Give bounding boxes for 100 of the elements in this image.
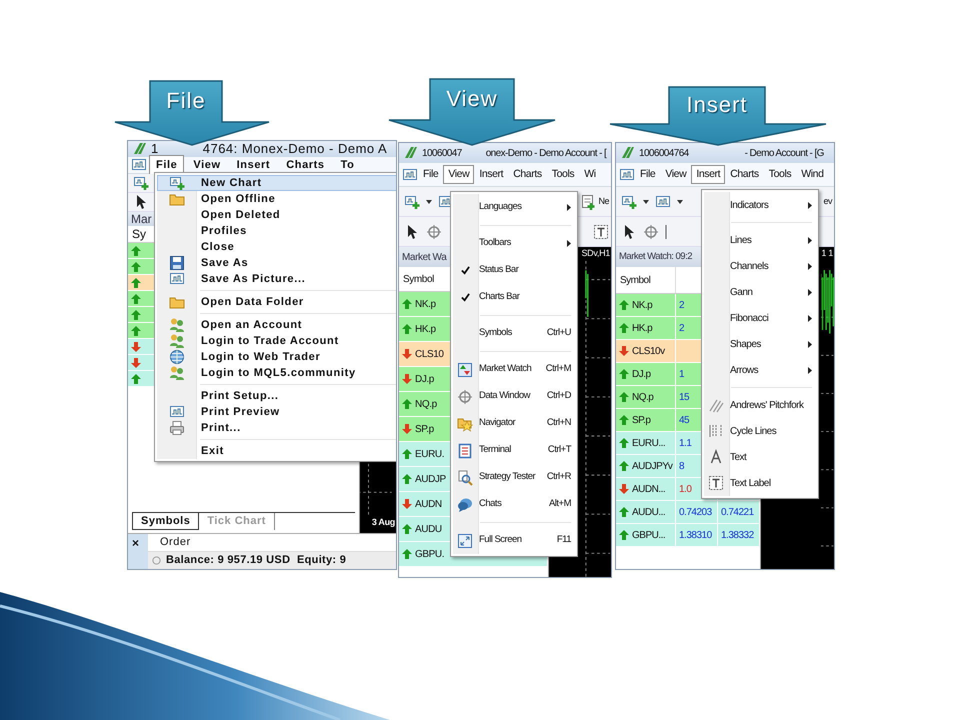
window-title: - Demo Account - [G (744, 146, 824, 160)
chart-caption: 3 Aug (370, 516, 396, 529)
up-down-arrows-icon (457, 362, 473, 378)
menu-bar-item[interactable]: File (418, 164, 444, 184)
column-header[interactable]: Order (160, 534, 191, 551)
toolbar-label[interactable]: Ne (598, 194, 609, 208)
menu-bar-item[interactable]: Wind (796, 164, 829, 184)
menu-item[interactable]: Toolbars (453, 230, 575, 257)
symbol-label: AUDU (415, 522, 442, 536)
menu-item[interactable]: Open Deleted (157, 207, 396, 223)
menu-bar-item[interactable]: View (443, 164, 474, 184)
vertical-line-icon (665, 224, 667, 240)
menu-bar-item[interactable]: Insert (474, 164, 508, 184)
vertical-lines-icon (708, 423, 724, 439)
symbol-label: HK.p (415, 322, 436, 336)
menu-item[interactable]: Indicators (704, 192, 816, 218)
menu-item[interactable]: Open Data Folder (157, 294, 396, 310)
menu-item[interactable]: Open Offline (157, 191, 396, 207)
menu-item[interactable]: Market Watch Ctrl+M (453, 356, 575, 383)
menu-item[interactable]: Save As Picture... (157, 271, 396, 287)
dropdown-caret-icon (677, 200, 683, 204)
toolbar-label[interactable]: ev (823, 194, 832, 208)
menu-item[interactable]: Exit (157, 443, 396, 459)
submenu-arrow-icon (567, 204, 571, 211)
submenu-arrow-icon (808, 236, 812, 244)
menu-item[interactable]: Full Screen F11 (453, 527, 575, 554)
chart-plus-icon (133, 175, 149, 191)
menu-item[interactable]: Save As (157, 255, 396, 271)
price-value: 2 (679, 322, 684, 336)
circle-icon (152, 556, 161, 565)
quote-row[interactable]: AUDU... 0.74203 0.74221 (616, 501, 760, 524)
symbol-label: AUDN (415, 498, 442, 512)
price-value: 0.74221 (721, 506, 754, 520)
menu-item[interactable]: Chats Alt+M (453, 491, 575, 518)
menu-item[interactable]: Status Bar (453, 257, 575, 284)
menu-item[interactable]: Terminal Ctrl+T (453, 437, 575, 464)
people-icon (169, 365, 185, 381)
column-header[interactable]: Symbol (616, 267, 676, 293)
people-icon (169, 333, 185, 349)
expand-icon (457, 532, 473, 548)
menu-item[interactable]: Data Window Ctrl+D (453, 383, 575, 410)
menu-bar-item[interactable]: File (635, 164, 660, 184)
menu-item[interactable]: New Chart (157, 175, 396, 191)
logo-icon (402, 145, 418, 161)
menu-item[interactable]: Print... (157, 420, 396, 436)
price-value: 1.38310 (679, 528, 712, 542)
symbol-label: GBPU... (632, 528, 666, 542)
menu-item[interactable]: Login to Trade Account (157, 333, 396, 349)
menu-bar-item[interactable]: Tools (764, 164, 796, 184)
chart-icon (402, 166, 418, 182)
symbol-label: NK.p (415, 298, 436, 312)
symbol-label: DJ.p (415, 372, 434, 386)
callout-label: Insert (685, 94, 749, 116)
menu-bar-item[interactable]: Tools (546, 164, 580, 184)
menu-item[interactable]: Print Preview (157, 404, 396, 420)
crosshair-icon (457, 388, 473, 404)
document-plus-icon (580, 194, 596, 210)
menu-item[interactable]: Channels (704, 253, 816, 279)
submenu-arrow-icon (808, 314, 812, 322)
quote-row[interactable]: GBPU... 1.38310 1.38332 (616, 524, 760, 547)
submenu-arrow-icon (808, 202, 812, 208)
menu-bar-item[interactable]: Charts (508, 164, 547, 184)
chart-plus-icon (404, 194, 420, 210)
panel-title: Market Wa (402, 250, 446, 264)
menu-item[interactable]: Open an Account (157, 317, 396, 333)
menu-item[interactable]: Languages (453, 194, 575, 221)
checkmark-icon (460, 293, 470, 302)
menu-item[interactable]: Symbols Ctrl+U (453, 320, 575, 347)
menu-bar-item[interactable]: Insert (691, 164, 726, 184)
menu-item[interactable]: Print Setup... (157, 388, 396, 404)
menu-item[interactable]: Login to MQL5.community (157, 365, 396, 381)
logo-icon (131, 141, 147, 157)
panel-title: Market Watch: 09:2 (619, 250, 692, 264)
people-icon (169, 317, 185, 333)
panel-tab[interactable]: Symbols (132, 512, 200, 530)
close-button[interactable]: × (128, 534, 148, 569)
price-value: 2 (679, 298, 684, 312)
symbol-label: HK.p (632, 322, 652, 336)
window-title: onex-Demo - Demo Account - [ (486, 146, 606, 160)
price-value: 8 (679, 460, 684, 474)
letter-a-icon (708, 449, 724, 465)
symbol-label: EURU. (415, 448, 444, 462)
symbol-label: AUDJPYv (632, 460, 672, 474)
diagonal-lines-icon (708, 397, 724, 413)
submenu-arrow-icon (808, 340, 812, 348)
menu-item[interactable]: Profiles (157, 223, 396, 239)
menu-bar-item[interactable]: Wi (579, 164, 601, 184)
menu-item[interactable]: Login to Web Trader (157, 349, 396, 365)
menu-item[interactable]: Lines (704, 227, 816, 253)
dropdown-caret-icon (426, 200, 432, 204)
chart-plus-icon (621, 194, 637, 210)
chat-bubble-icon (457, 496, 473, 512)
logo-icon (619, 145, 635, 161)
chart-icon (169, 404, 185, 420)
menu-item[interactable]: Close (157, 239, 396, 255)
menu-item[interactable]: Charts Bar (453, 284, 575, 311)
menu-bar-item[interactable]: View (660, 164, 692, 184)
menu-item[interactable]: Navigator Ctrl+N (453, 410, 575, 437)
menu-bar-item[interactable]: Charts (725, 164, 764, 184)
menu-item[interactable]: Strategy Tester Ctrl+R (453, 464, 575, 491)
